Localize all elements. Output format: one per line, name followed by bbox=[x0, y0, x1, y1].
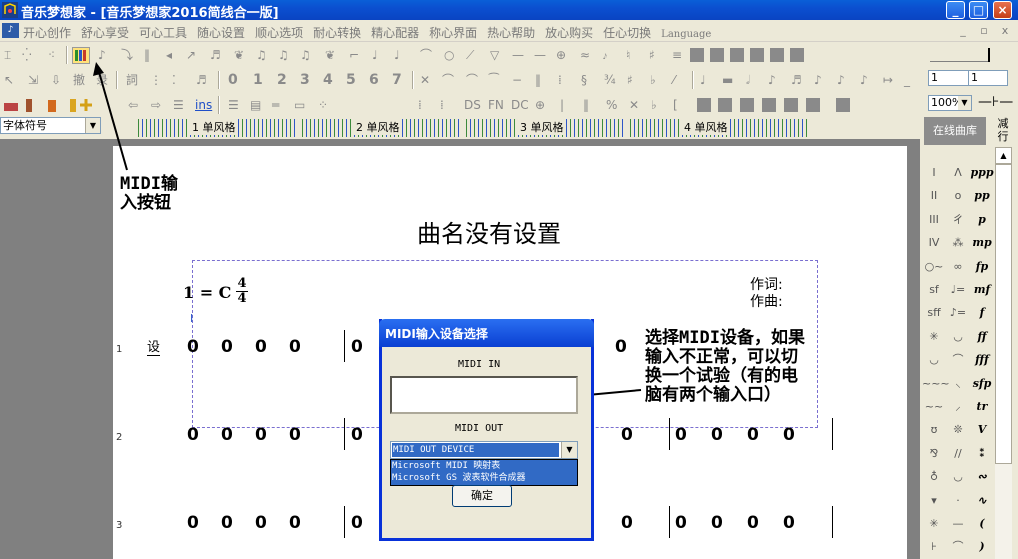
symbol-item[interactable]: ✳ bbox=[922, 325, 946, 349]
symbol-item[interactable]: Λ bbox=[946, 161, 970, 185]
ok-button[interactable]: 确定 bbox=[452, 485, 512, 507]
symbol-item[interactable]: ✳ bbox=[922, 512, 946, 536]
symbol-item[interactable]: ff bbox=[970, 325, 994, 349]
midi-out-option[interactable]: Microsoft MIDI 映射表 bbox=[391, 460, 577, 472]
symbol-item[interactable]: ▾ bbox=[922, 489, 946, 513]
symbol-item[interactable]: tr bbox=[970, 395, 994, 419]
symbol-item[interactable]: sf bbox=[922, 278, 946, 302]
symbol-item[interactable]: // bbox=[946, 442, 970, 466]
symbol-item[interactable]: o bbox=[946, 184, 970, 208]
symbol-item[interactable]: II bbox=[922, 184, 946, 208]
arrowhead-icon bbox=[93, 62, 104, 76]
midi-out-selected: MIDI OUT DEVICE bbox=[392, 443, 559, 457]
symbol-item[interactable]: mf bbox=[970, 278, 994, 302]
midi-out-option[interactable]: Microsoft GS 波表软件合成器 bbox=[391, 472, 577, 484]
symbol-item[interactable]: I bbox=[922, 161, 946, 185]
symbol-item[interactable]: ⌒ bbox=[946, 348, 970, 372]
app-window: 音乐梦想家 - [音乐梦想家2016简线合一版] _ □ × ♪ 开心创作 舒心享… bbox=[0, 0, 1018, 559]
midi-device-annotation: 选择MIDI设备，如果 输入不正常，可以切 换一个试验（有的电 脑有两个输入口） bbox=[645, 328, 805, 405]
midi-in-label: MIDI IN bbox=[458, 359, 501, 370]
chevron-down-icon[interactable]: ▼ bbox=[561, 442, 577, 458]
symbol-item[interactable]: ⊦ bbox=[922, 535, 946, 559]
symbol-item[interactable]: ◡ bbox=[922, 348, 946, 372]
symbol-item[interactable]: ∿ bbox=[970, 489, 994, 513]
symbol-item[interactable]: ⁑ bbox=[970, 442, 994, 466]
vertical-scrollbar[interactable]: ▲ bbox=[995, 147, 1012, 559]
midi-dialog-title[interactable]: MIDI输入设备选择 bbox=[379, 319, 594, 347]
symbol-item[interactable]: ♁ bbox=[922, 465, 946, 489]
symbol-item[interactable]: ) bbox=[970, 535, 994, 559]
symbol-item[interactable]: ⅋ bbox=[922, 442, 946, 466]
symbol-item[interactable]: pp bbox=[970, 184, 994, 208]
symbol-item[interactable]: fff bbox=[970, 348, 994, 372]
symbol-item[interactable]: ppp bbox=[970, 161, 994, 185]
online-library-button[interactable]: 在线曲库 bbox=[924, 117, 986, 145]
symbol-item[interactable]: III bbox=[922, 208, 946, 232]
symbol-item[interactable]: ~~~ bbox=[922, 372, 950, 396]
collapse-rows-button[interactable]: 减行 bbox=[993, 117, 1013, 145]
symbol-item[interactable]: IV bbox=[922, 231, 946, 255]
midi-button-annotation: MIDI输 入按钮 bbox=[120, 174, 178, 213]
symbol-item[interactable]: ( bbox=[970, 512, 994, 536]
midi-out-options[interactable]: Microsoft MIDI 映射表 Microsoft GS 波表软件合成器 bbox=[390, 459, 578, 486]
symbol-item[interactable]: ⸜ bbox=[946, 372, 970, 396]
symbol-item[interactable]: — bbox=[946, 512, 970, 536]
symbol-item[interactable]: ʊ bbox=[922, 418, 946, 442]
symbol-item[interactable]: ♪= bbox=[946, 301, 970, 325]
symbol-item[interactable]: ○~ bbox=[922, 255, 946, 279]
symbol-item[interactable]: ~~ bbox=[922, 395, 946, 419]
symbol-item[interactable]: ⸝ bbox=[946, 395, 970, 419]
midi-out-select[interactable]: MIDI OUT DEVICE ▼ bbox=[390, 441, 578, 459]
symbol-item[interactable]: ⌒ bbox=[946, 535, 970, 559]
symbol-item[interactable]: ❊ bbox=[946, 418, 970, 442]
symbol-item[interactable]: sfp bbox=[970, 372, 994, 396]
symbol-item[interactable]: fp bbox=[970, 255, 994, 279]
arrow-to-midi-button bbox=[98, 71, 128, 171]
midi-in-list[interactable] bbox=[390, 376, 578, 414]
symbol-item[interactable]: mp bbox=[970, 231, 994, 255]
symbol-item[interactable]: p bbox=[970, 208, 994, 232]
symbol-item[interactable]: f bbox=[970, 301, 994, 325]
scroll-up-icon[interactable]: ▲ bbox=[995, 147, 1012, 164]
symbol-item[interactable]: ∞ bbox=[946, 255, 970, 279]
midi-out-label: MIDI OUT bbox=[455, 423, 504, 434]
symbol-item[interactable]: ♩= bbox=[946, 278, 970, 302]
symbol-item[interactable]: · bbox=[946, 489, 970, 513]
symbol-item[interactable]: sff bbox=[922, 301, 946, 325]
midi-dialog: MIDI输入设备选择 MIDI IN MIDI OUT MIDI OUT DEV… bbox=[379, 319, 594, 541]
scroll-thumb[interactable] bbox=[995, 164, 1012, 464]
symbol-item[interactable]: V bbox=[970, 418, 994, 442]
symbol-item[interactable]: ㄔ bbox=[946, 208, 970, 232]
symbol-item[interactable]: ◡ bbox=[946, 325, 970, 349]
symbol-item[interactable]: ∾ bbox=[970, 465, 994, 489]
symbol-item[interactable]: ◡ bbox=[946, 465, 970, 489]
symbol-item[interactable]: ⁂ bbox=[946, 231, 970, 255]
